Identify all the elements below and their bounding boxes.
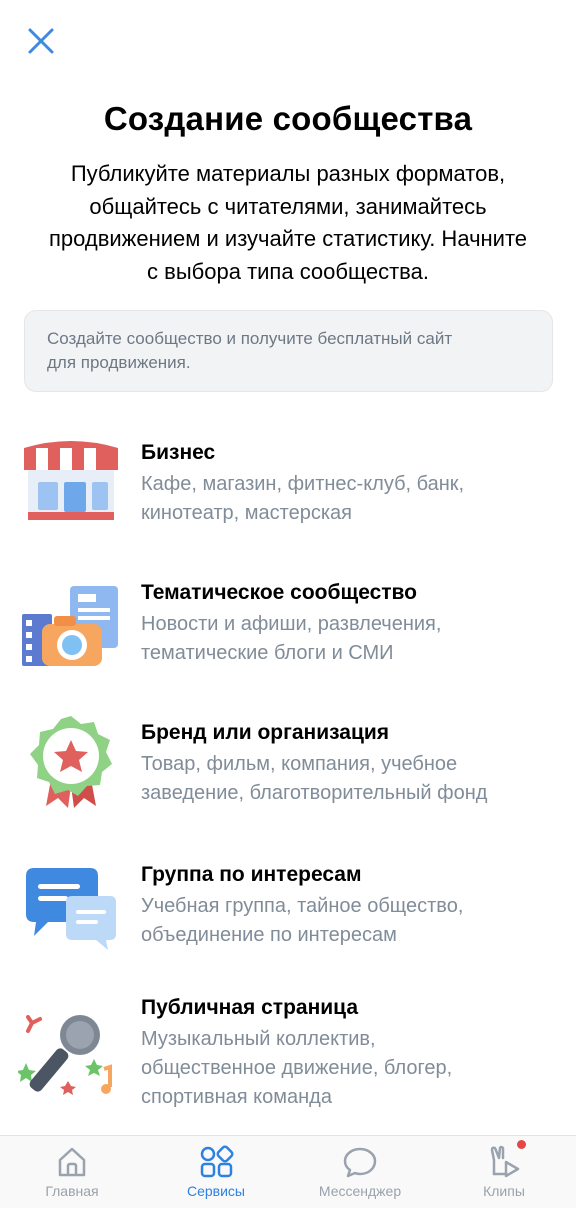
option-title: Группа по интересам — [141, 863, 362, 886]
option-desc: Новости и афиши, развлечения, тематическ… — [141, 613, 442, 664]
media-camera-icon — [22, 586, 118, 666]
option-business[interactable]: Бизнес Кафе, магазин, фитнес-клуб, банк,… — [0, 430, 576, 540]
tab-label: Главная — [45, 1183, 99, 1199]
tab-label: Мессенджер — [318, 1183, 402, 1199]
tab-label: Сервисы — [186, 1183, 245, 1199]
option-desc: Музыкальный коллектив, общественное движ… — [141, 1028, 453, 1108]
message-bubble-icon — [343, 1147, 377, 1178]
page-subtitle: Публикуйте материалы разных форматов, об… — [48, 161, 528, 284]
option-title: Публичная страница — [141, 996, 359, 1019]
option-title: Бренд или организация — [141, 721, 390, 744]
info-banner: Создайте сообщество и получите бесплатны… — [24, 310, 553, 392]
option-thematic[interactable]: Тематическое сообщество Новости и афиши,… — [0, 570, 576, 680]
option-title: Бизнес — [141, 441, 216, 464]
close-button[interactable] — [22, 22, 60, 60]
option-brand[interactable]: Бренд или организация Товар, фильм, комп… — [0, 710, 576, 820]
tab-messenger[interactable]: Мессенджер — [288, 1136, 432, 1208]
option-public-page[interactable]: Публичная страница Музыкальный коллектив… — [0, 985, 576, 1115]
home-icon — [58, 1147, 86, 1177]
chat-bubbles-icon — [26, 868, 116, 950]
page-title: Создание сообщества — [103, 100, 473, 137]
bottom-tab-bar: Главная Сервисы Мессенджер Клипы — [0, 1135, 576, 1208]
close-icon — [28, 28, 54, 54]
tab-label: Клипы — [483, 1183, 525, 1199]
tab-home[interactable]: Главная — [0, 1136, 144, 1208]
badge-star-icon — [30, 716, 112, 808]
tab-services[interactable]: Сервисы — [144, 1136, 288, 1208]
option-desc: Кафе, магазин, фитнес-клуб, банк, киноте… — [141, 473, 465, 524]
notification-badge — [517, 1140, 526, 1149]
option-desc: Товар, фильм, компания, учебное заведени… — [141, 753, 488, 804]
tab-clips[interactable]: Клипы — [432, 1136, 576, 1208]
option-desc: Учебная группа, тайное общество, объедин… — [141, 895, 464, 946]
storefront-icon — [24, 441, 118, 520]
option-interest-group[interactable]: Группа по интересам Учебная группа, тайн… — [0, 852, 576, 962]
services-grid-icon — [200, 1145, 234, 1178]
clips-icon — [490, 1145, 520, 1178]
microphone-icon — [18, 1015, 112, 1095]
option-title: Тематическое сообщество — [141, 581, 418, 604]
